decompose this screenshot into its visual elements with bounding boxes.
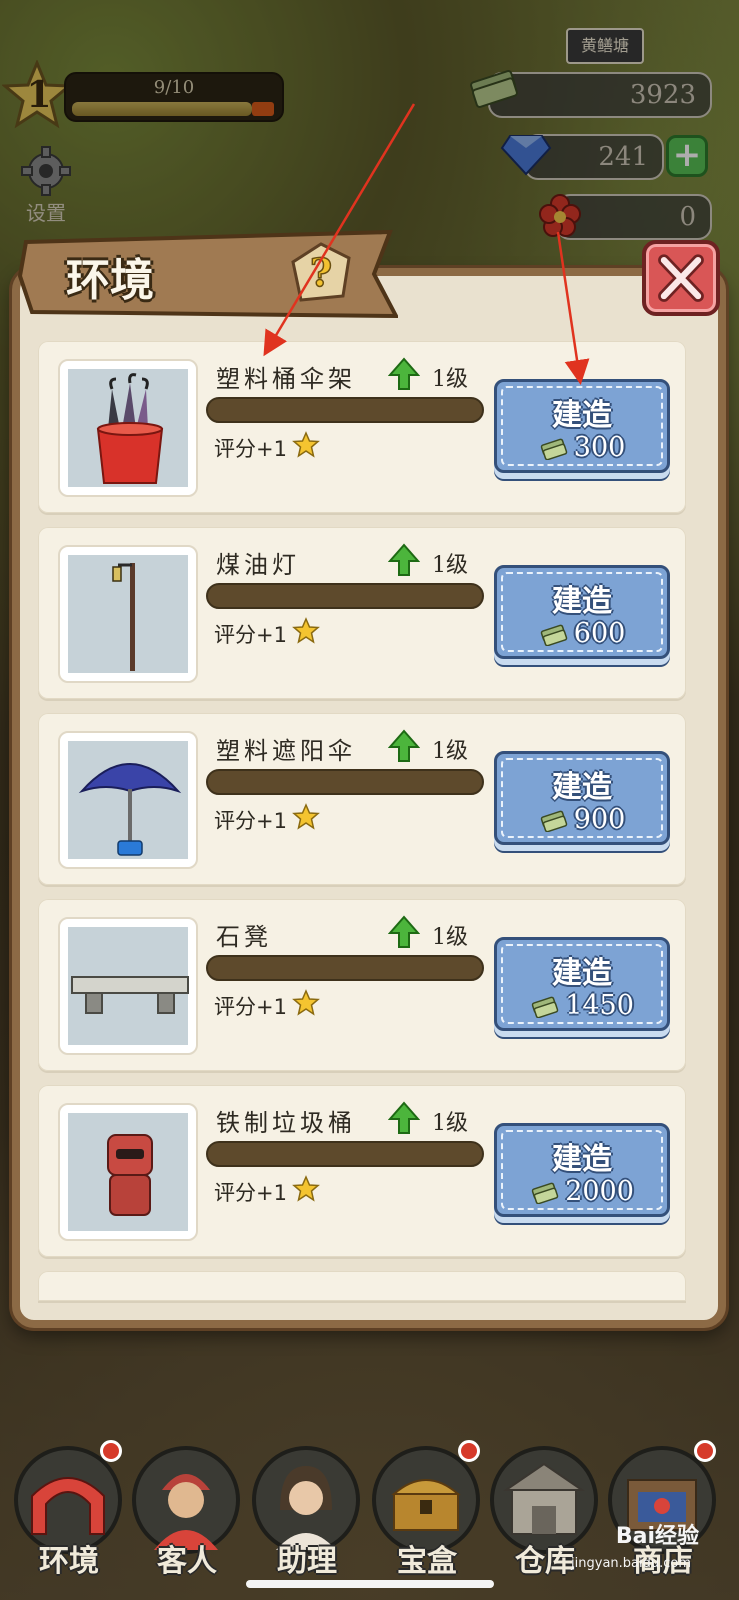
item-progress-bar <box>206 397 484 423</box>
bottom-nav: 环境 客人 助理 宝盒 仓库 商店 <box>0 1420 739 1600</box>
upgrade-arrow-icon <box>388 1101 420 1134</box>
item-progress-bar <box>206 955 484 981</box>
item-card-kerosene-lamp: 煤油灯 1级 评分+1 建造 600 <box>38 527 686 699</box>
nav-label: 客人 <box>157 1544 217 1579</box>
item-name: 塑料桶伞架 <box>216 365 356 393</box>
item-rating: 评分+1 <box>214 809 287 833</box>
sun-umbrella-icon <box>78 763 182 856</box>
item-level: 1级 <box>432 1111 468 1136</box>
item-thumbnail <box>58 545 198 683</box>
item-rating: 评分+1 <box>214 437 287 461</box>
watermark-brand: Bai经验 <box>615 1524 699 1549</box>
item-thumbnail <box>58 731 198 869</box>
close-button[interactable] <box>642 240 720 316</box>
watermark-url: jingyan.baidu.com <box>571 1556 691 1571</box>
build-cost: 1450 <box>565 990 634 1021</box>
close-icon <box>658 254 704 302</box>
item-level: 1级 <box>432 925 468 950</box>
item-rating: 评分+1 <box>214 995 287 1019</box>
build-label: 建造 <box>552 584 612 619</box>
star-icon <box>292 803 320 830</box>
build-cost: 900 <box>573 804 626 835</box>
nav-label: 宝盒 <box>397 1544 457 1579</box>
help-icon[interactable]: ? <box>291 242 351 302</box>
star-icon <box>292 989 320 1016</box>
upgrade-arrow-icon <box>388 915 420 948</box>
trash-can-icon <box>107 1134 153 1216</box>
star-icon <box>292 617 320 644</box>
build-cost: 600 <box>573 618 626 649</box>
build-button[interactable]: 建造 1450 <box>494 937 670 1031</box>
cash-icon <box>531 1182 559 1204</box>
upgrade-arrow-icon <box>388 729 420 762</box>
item-progress-bar <box>206 583 484 609</box>
item-level: 1级 <box>432 553 468 578</box>
star-icon <box>292 431 320 458</box>
build-label: 建造 <box>552 770 612 805</box>
item-level: 1级 <box>432 739 468 764</box>
item-progress-bar <box>206 769 484 795</box>
nav-label: 助理 <box>277 1544 337 1579</box>
build-cost: 2000 <box>565 1176 634 1207</box>
nav-guests[interactable]: 客人 <box>128 1440 246 1580</box>
item-progress-bar <box>206 1141 484 1167</box>
build-label: 建造 <box>552 1142 612 1177</box>
item-thumbnail <box>58 917 198 1055</box>
item-name: 塑料遮阳伞 <box>216 737 356 765</box>
build-label: 建造 <box>552 398 612 433</box>
build-button[interactable]: 建造 300 <box>494 379 670 473</box>
item-name: 石凳 <box>216 923 272 951</box>
badge-dot <box>694 1440 716 1462</box>
item-thumbnail <box>58 1103 198 1241</box>
cash-icon <box>540 438 567 460</box>
build-cost: 300 <box>573 432 626 463</box>
item-card-stone-bench: 石凳 1级 评分+1 建造 1450 <box>38 899 686 1071</box>
build-button[interactable]: 建造 900 <box>494 751 670 845</box>
stone-bench-icon <box>71 976 189 1014</box>
kerosene-lamp-icon <box>112 563 135 671</box>
svg-text:?: ? <box>310 250 332 295</box>
star-icon <box>292 1175 320 1202</box>
nav-chest[interactable]: 宝盒 <box>368 1440 486 1580</box>
upgrade-arrow-icon <box>388 543 420 576</box>
item-name: 铁制垃圾桶 <box>216 1109 356 1137</box>
badge-dot <box>100 1440 122 1462</box>
home-indicator[interactable] <box>246 1580 494 1588</box>
item-card-partial <box>38 1271 686 1301</box>
item-thumbnail <box>58 359 198 497</box>
build-button[interactable]: 建造 2000 <box>494 1123 670 1217</box>
nav-environment[interactable]: 环境 <box>10 1440 128 1580</box>
build-button[interactable]: 建造 600 <box>494 565 670 659</box>
nav-assistant[interactable]: 助理 <box>248 1440 366 1580</box>
panel-title: 环境 <box>66 255 154 306</box>
badge-dot <box>458 1440 480 1462</box>
item-rating: 评分+1 <box>214 623 287 647</box>
item-level: 1级 <box>432 367 468 392</box>
cash-icon <box>540 624 567 646</box>
item-name: 煤油灯 <box>216 551 300 579</box>
build-label: 建造 <box>552 956 612 991</box>
item-card-umbrella-stand: 塑料桶伞架 1级 评分+1 建造 300 <box>38 341 686 513</box>
upgrade-arrow-icon <box>388 357 420 390</box>
cash-icon <box>531 996 559 1018</box>
cash-icon <box>540 810 567 832</box>
nav-label: 环境 <box>39 1544 99 1579</box>
item-rating: 评分+1 <box>214 1181 287 1205</box>
umbrella-bucket-icon <box>96 373 164 484</box>
item-card-trash-can: 铁制垃圾桶 1级 评分+1 建造 2000 <box>38 1085 686 1257</box>
item-card-sun-umbrella: 塑料遮阳伞 1级 评分+1 建造 900 <box>38 713 686 885</box>
